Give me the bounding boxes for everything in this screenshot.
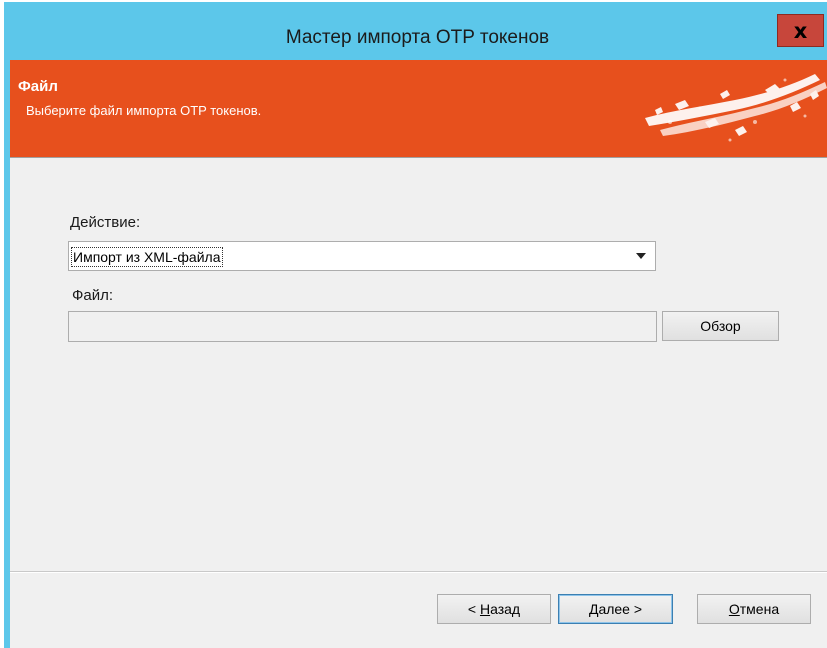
footer-divider-highlight (10, 572, 827, 573)
file-path-field[interactable] (68, 311, 657, 342)
banner-decoration-icon (645, 74, 827, 142)
close-icon: x (793, 18, 808, 43)
header-banner: Файл Выберите файл импорта OTP токенов. (10, 60, 827, 157)
back-button-rest: азад (490, 601, 521, 617)
back-button[interactable]: < Назад (437, 594, 551, 624)
page-subtitle: Выберите файл импорта OTP токенов. (26, 103, 262, 118)
action-dropdown-value: Импорт из XML-файла (71, 247, 223, 267)
title-bar[interactable]: Мастер импорта OTP токенов (4, 2, 827, 60)
file-label: Файл: (72, 287, 114, 304)
back-button-accel: Н (479, 601, 491, 617)
cancel-button-accel: О (728, 601, 740, 617)
wizard-body: Файл Выберите файл импорта OTP токенов. (10, 60, 827, 648)
window-title: Мастер импорта OTP токенов (285, 27, 550, 48)
cancel-button-rest: тмена (739, 601, 780, 617)
next-button-rest: алее > (598, 601, 643, 617)
cancel-button[interactable]: Отмена (697, 594, 811, 624)
chevron-down-icon[interactable] (627, 242, 655, 270)
close-button[interactable]: x (777, 14, 824, 47)
next-button-accel: Д (588, 601, 599, 617)
banner-divider (10, 157, 827, 158)
next-button[interactable]: Далее > (558, 594, 673, 624)
action-dropdown[interactable]: Импорт из XML-файла (68, 241, 656, 271)
page-title: Файл (18, 78, 58, 95)
action-label: Действие: (70, 214, 141, 231)
wizard-window: Мастер импорта OTP токенов x Файл Выбери… (4, 2, 827, 648)
back-button-prefix: < (467, 601, 480, 617)
browse-button[interactable]: Обзор (662, 311, 779, 341)
